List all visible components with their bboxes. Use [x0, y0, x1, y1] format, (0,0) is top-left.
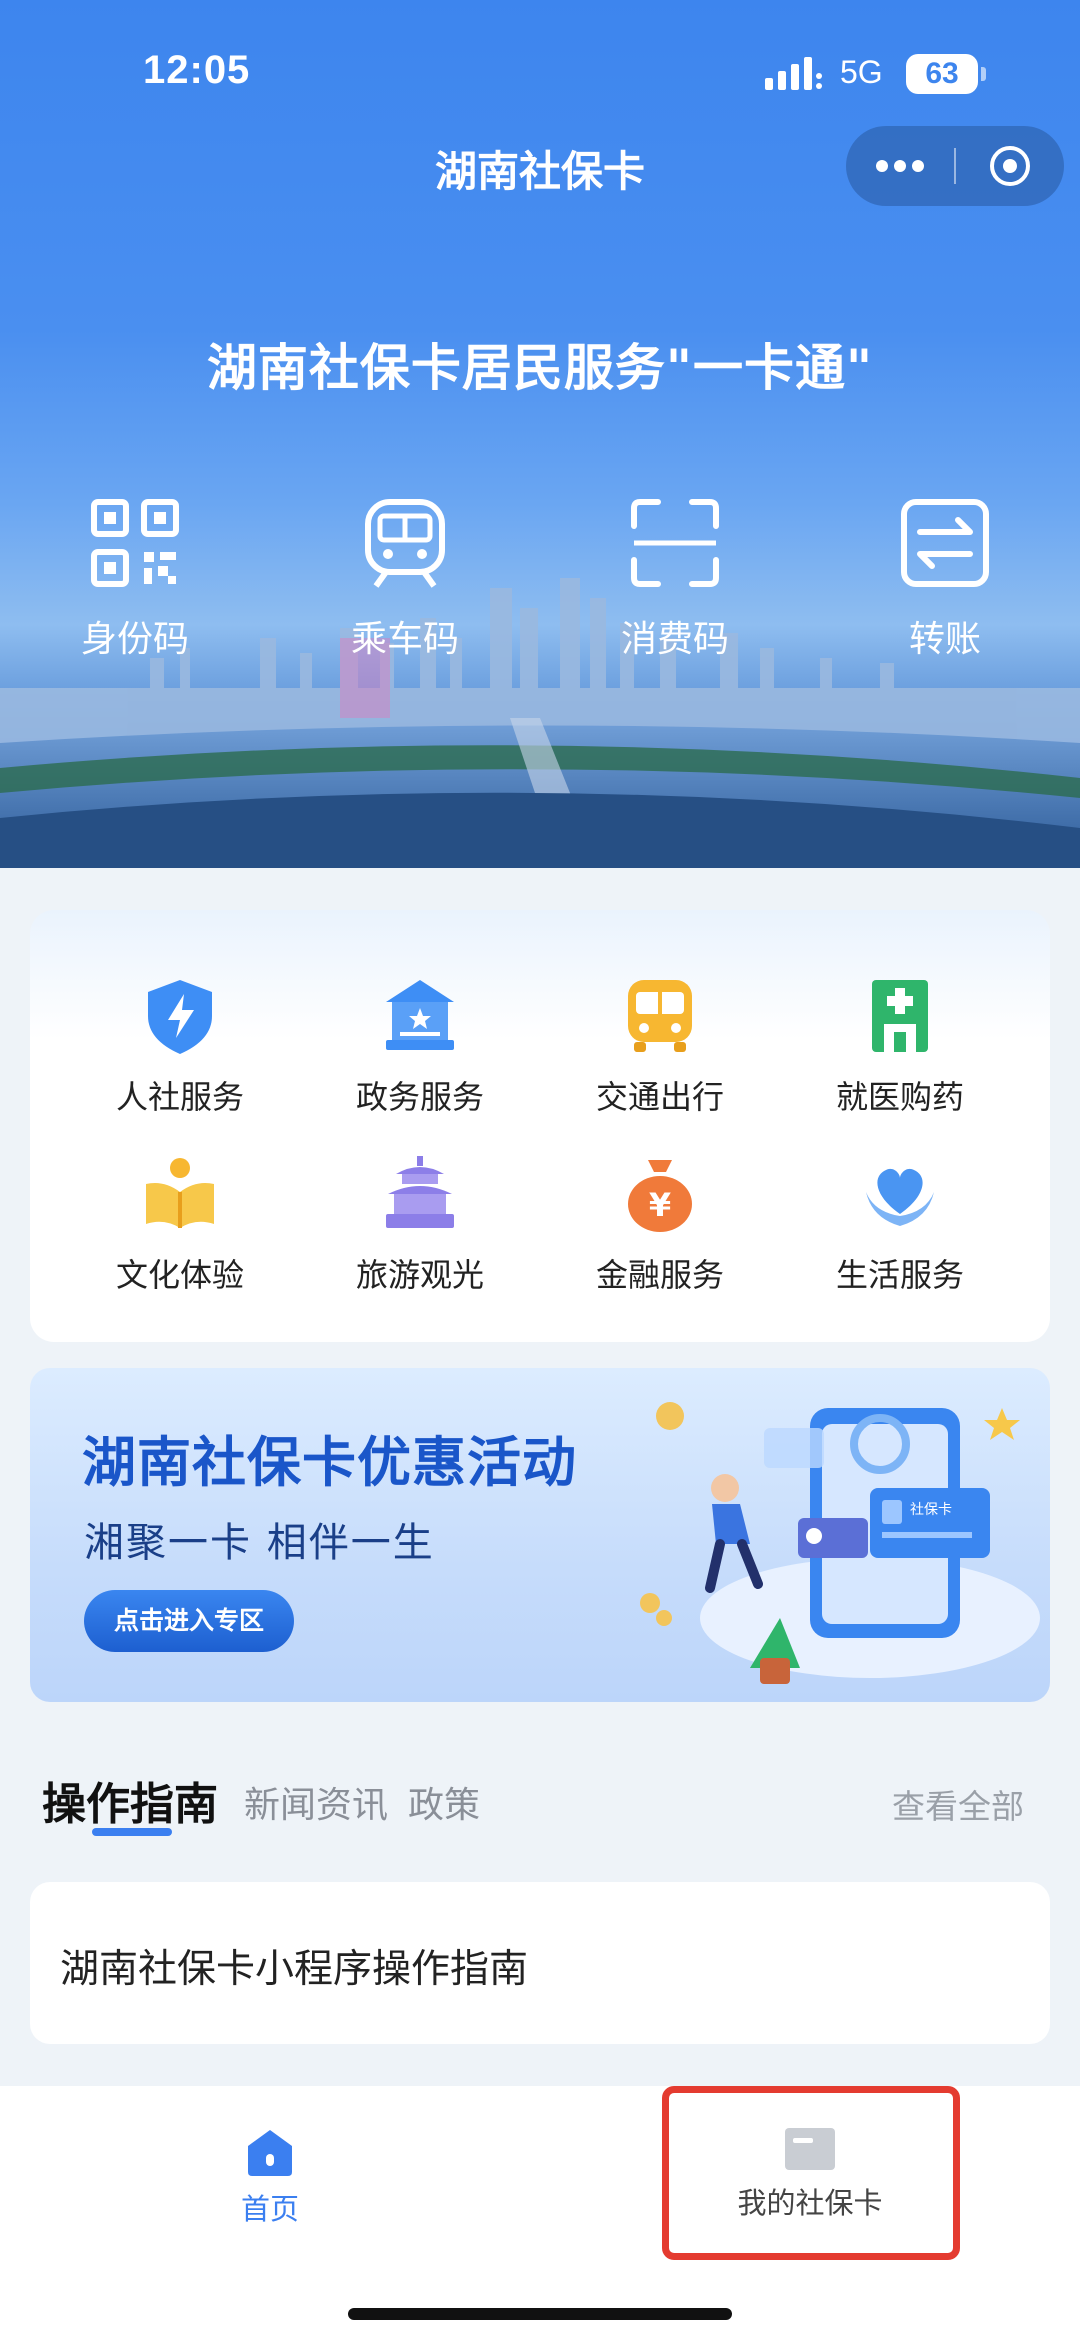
- service-label: 人社服务: [115, 1078, 244, 1116]
- guide-list-item[interactable]: 湖南社保卡小程序操作指南: [30, 1882, 1050, 2044]
- qr-code-icon: [91, 499, 179, 587]
- money-bag-icon: ¥: [628, 1160, 692, 1232]
- card-label: 社保卡: [910, 1502, 952, 1518]
- status-time: 12:05: [143, 48, 251, 92]
- hospital-icon: [872, 980, 928, 1052]
- service-label: 政务服务: [355, 1078, 484, 1116]
- active-tab-indicator: [92, 1828, 172, 1836]
- train-icon: [365, 499, 445, 588]
- quick-action-label: 消费码: [620, 619, 729, 660]
- home-indicator: [348, 2308, 732, 2320]
- banner-illustration: 社保卡: [640, 1402, 1040, 1684]
- government-building-icon: [386, 980, 454, 1050]
- service-label: 旅游观光: [355, 1256, 484, 1294]
- service-culture[interactable]: 文化体验: [80, 1154, 280, 1296]
- battery-level: 63: [906, 54, 986, 94]
- transfer-icon: [901, 499, 989, 587]
- svg-text:¥: ¥: [649, 1186, 671, 1224]
- heart-hands-icon: [866, 1168, 934, 1226]
- service-government[interactable]: 政务服务: [320, 976, 520, 1118]
- more-dots-icon[interactable]: [846, 126, 954, 206]
- service-life[interactable]: 生活服务: [800, 1154, 1000, 1296]
- network-type: 5G: [840, 54, 883, 90]
- quick-action-label: 身份码: [80, 619, 189, 660]
- banner-title: 湖南社保卡优惠活动: [82, 1431, 577, 1494]
- scan-icon: [631, 499, 719, 587]
- service-medical[interactable]: 就医购药: [800, 976, 1000, 1118]
- quick-action-label: 转账: [908, 619, 981, 660]
- hero-header: 12:05 5G 63 湖南社保卡 湖南社保卡居民服务"一卡通" 身份码 乘车码…: [0, 0, 1080, 868]
- signal-icon: [765, 57, 822, 90]
- service-hr-social[interactable]: 人社服务: [80, 976, 280, 1118]
- view-all-link[interactable]: 查看全部: [892, 1780, 1024, 1828]
- temple-icon: [386, 1156, 454, 1228]
- status-bar: 12:05 5G 63: [0, 40, 1080, 110]
- tab-policy[interactable]: 政策: [408, 1776, 480, 1828]
- services-card: 人社服务 政务服务 交通出行 就医购药 文化体验 旅游观光 ¥ 金融服务 生活服…: [30, 910, 1050, 1342]
- miniprogram-capsule: [846, 126, 1064, 206]
- service-label: 就医购药: [835, 1078, 964, 1116]
- tab-operation-guide[interactable]: 操作指南: [42, 1768, 218, 1832]
- quick-action-pay-code[interactable]: 消费码: [585, 498, 765, 662]
- service-label: 文化体验: [115, 1256, 244, 1294]
- service-transport[interactable]: 交通出行: [560, 976, 760, 1118]
- guide-title: 湖南社保卡小程序操作指南: [60, 1947, 529, 1992]
- tab-home-label: 首页: [240, 2192, 299, 2226]
- tab-news[interactable]: 新闻资讯: [244, 1776, 388, 1828]
- service-tourism[interactable]: 旅游观光: [320, 1154, 520, 1296]
- hero-title: 湖南社保卡居民服务"一卡通": [206, 339, 874, 397]
- quick-action-id-code[interactable]: 身份码: [45, 498, 225, 662]
- service-label: 交通出行: [595, 1078, 724, 1116]
- quick-action-transfer[interactable]: 转账: [855, 498, 1035, 662]
- close-circle-icon[interactable]: [956, 126, 1064, 206]
- tab-my-card-label: 我的社保卡: [737, 2186, 883, 2220]
- quick-action-ride-code[interactable]: 乘车码: [315, 498, 495, 662]
- enter-zone-button[interactable]: 点击进入专区: [84, 1590, 294, 1652]
- card-icon: [785, 2128, 835, 2170]
- bus-icon: [628, 980, 692, 1052]
- service-finance[interactable]: ¥ 金融服务: [560, 1154, 760, 1296]
- shield-bolt-icon: [148, 980, 212, 1054]
- promo-banner[interactable]: 湖南社保卡优惠活动 湘聚一卡 相伴一生 点击进入专区 社保卡: [30, 1368, 1050, 1702]
- tab-home[interactable]: 首页: [180, 2126, 360, 2228]
- banner-subtitle: 湘聚一卡 相伴一生: [84, 1520, 435, 1566]
- service-label: 金融服务: [595, 1256, 724, 1294]
- home-icon: [248, 2130, 292, 2176]
- reading-book-icon: [146, 1158, 214, 1228]
- quick-action-label: 乘车码: [350, 619, 459, 660]
- service-label: 生活服务: [835, 1256, 964, 1294]
- tab-my-card[interactable]: 我的社保卡: [720, 2126, 900, 2222]
